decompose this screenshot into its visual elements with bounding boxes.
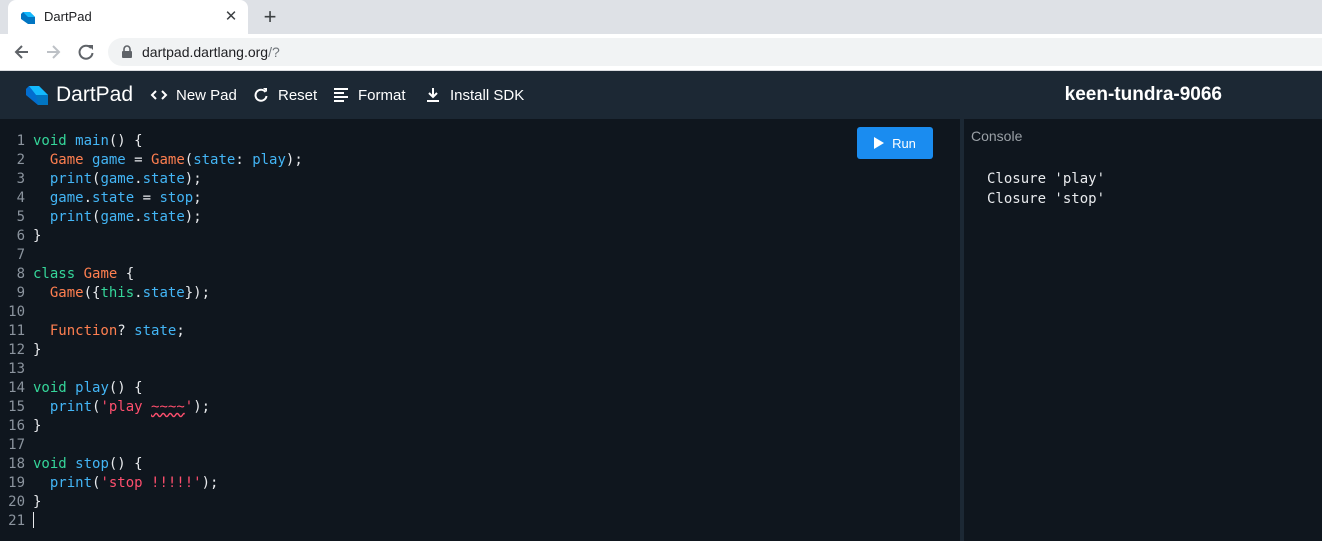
line-number: 18 (8, 456, 25, 472)
browser-tab[interactable]: DartPad ✕ (8, 0, 248, 34)
install-sdk-button[interactable]: Install SDK (424, 85, 524, 105)
line-number: 12 (8, 342, 25, 358)
url-text: dartpad.dartlang.org/? (142, 44, 280, 60)
back-arrow-icon[interactable] (9, 39, 35, 65)
new-tab-icon[interactable]: + (258, 5, 282, 29)
code-line: 6} (0, 227, 42, 246)
line-number: 5 (16, 209, 25, 225)
omnibox[interactable]: dartpad.dartlang.org/? (108, 38, 1322, 66)
tab-title: DartPad (44, 9, 92, 24)
line-number: 4 (16, 190, 25, 206)
code-line: 3 print(game.state); (0, 170, 202, 189)
line-number: 21 (8, 513, 25, 529)
dart-logo-icon (26, 86, 48, 105)
tab-close-icon[interactable]: ✕ (222, 8, 240, 26)
line-number: 19 (8, 475, 25, 491)
code-line: 4 game.state = stop; (0, 189, 202, 208)
code-line: 10 (0, 303, 25, 322)
line-number: 13 (8, 361, 25, 377)
lock-icon (122, 45, 132, 58)
console-line: Closure 'play' (987, 171, 1106, 187)
line-number: 9 (16, 285, 25, 301)
code-line: 2 Game game = Game(state: play); (0, 151, 303, 170)
code-line: 21 (0, 512, 34, 531)
code-editor[interactable]: 1 void main() { 2 Game game = Game(state:… (0, 119, 960, 541)
code-line: 20} (0, 493, 41, 512)
line-number: 2 (16, 152, 25, 168)
code-line: 1 void main() { (0, 132, 143, 151)
code-line: 9 Game({this.state}); (0, 284, 210, 303)
console-line: Closure 'stop' (987, 191, 1106, 207)
run-button[interactable]: Run (857, 127, 933, 159)
code-line: 7 (0, 246, 25, 265)
download-icon (427, 88, 439, 102)
address-bar: dartpad.dartlang.org/? (0, 34, 1322, 71)
refresh-icon (254, 88, 268, 102)
line-number: 17 (8, 437, 25, 453)
line-number: 3 (16, 171, 25, 187)
console-title: Console (971, 128, 1023, 144)
code-line: 16} (0, 417, 41, 436)
text-cursor (33, 512, 34, 528)
code-line: 8 class Game { (0, 265, 135, 284)
code-line: 18 void stop() { (0, 455, 142, 474)
line-number: 16 (8, 418, 25, 434)
format-button[interactable]: Format (332, 85, 406, 105)
reset-button[interactable]: Reset (252, 85, 317, 105)
line-number: 15 (8, 399, 25, 415)
code-line: 17 (0, 436, 25, 455)
play-icon (874, 137, 885, 149)
dartpad-header: DartPad New Pad Reset Format Install SDK… (0, 71, 1322, 119)
console-panel: Console Closure 'play' Closure 'stop' (964, 119, 1322, 541)
console-output: Closure 'play' Closure 'stop' (987, 169, 1105, 209)
code-line: 19 print('stop !!!!!'); (0, 474, 218, 493)
line-number: 6 (16, 228, 25, 244)
forward-arrow-icon[interactable] (40, 39, 66, 65)
pad-name: keen-tundra-9066 (1064, 84, 1222, 105)
line-number: 1 (16, 133, 25, 149)
code-lines[interactable]: 1 void main() { 2 Game game = Game(state:… (0, 132, 303, 531)
new-pad-button[interactable]: New Pad (150, 85, 237, 105)
line-number: 14 (8, 380, 25, 396)
code-line: 13 (0, 360, 25, 379)
line-number: 7 (16, 247, 25, 263)
reload-icon[interactable] (73, 39, 99, 65)
code-line: 5 print(game.state); (0, 208, 202, 227)
code-line: 11 Function? state; (0, 322, 185, 341)
line-number: 20 (8, 494, 25, 510)
format-lines-icon (334, 88, 348, 102)
dartpad-brand: DartPad (56, 83, 134, 106)
code-line: 14 void play() { (0, 379, 142, 398)
code-line: 15 print('play ~~~~'); (0, 398, 210, 417)
code-brackets-icon (150, 90, 168, 100)
line-number: 10 (8, 304, 25, 320)
line-number: 11 (8, 323, 25, 339)
code-line: 12} (0, 341, 41, 360)
dart-favicon-icon (21, 12, 35, 24)
line-number: 8 (16, 266, 25, 282)
browser-tab-bar: DartPad ✕ + (0, 0, 1322, 34)
